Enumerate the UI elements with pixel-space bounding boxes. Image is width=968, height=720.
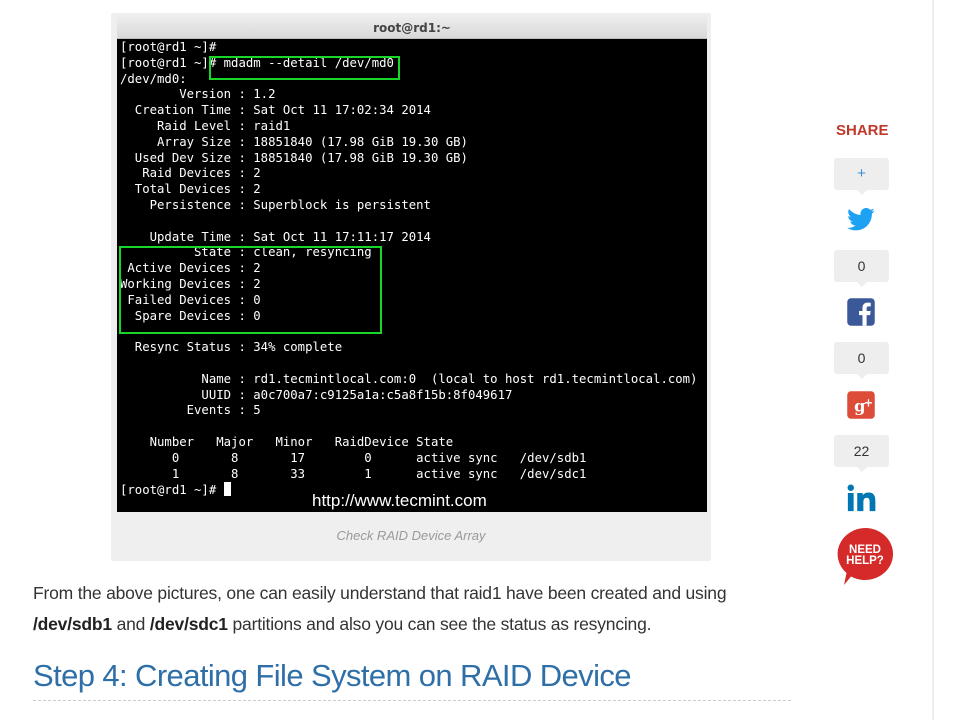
page-divider <box>932 0 934 720</box>
terminal-line: Used Dev Size : 18851840 (17.98 GiB 19.3… <box>120 150 468 165</box>
watermark-url: http://www.tecmint.com <box>312 491 487 510</box>
svg-text:+: + <box>864 396 873 409</box>
terminal-line: /dev/md0: <box>120 71 187 86</box>
terminal-line: [root@rd1 ~]# mdadm --detail /dev/md0 <box>120 55 394 70</box>
paragraph-text: and <box>111 614 150 634</box>
paragraph-text: partitions and also you can see the stat… <box>227 614 652 634</box>
need-help-button[interactable]: NEED HELP? <box>834 526 896 588</box>
heading-divider <box>33 700 791 701</box>
terminal-line: Array Size : 18851840 (17.98 GiB 19.30 G… <box>120 134 468 149</box>
terminal-line: Version : 1.2 <box>120 87 276 102</box>
terminal-line: Events : 5 <box>120 403 261 418</box>
terminal-line: Resync Status : 34% complete <box>120 340 343 355</box>
article-figure: root@rd1:~ [root@rd1 ~]# [root@rd1 ~]# md… <box>111 13 711 561</box>
figure-caption: Check RAID Device Array <box>336 528 486 543</box>
twitter-icon[interactable] <box>846 205 876 235</box>
facebook-share-count: 0 <box>834 342 889 379</box>
terminal-line: Raid Devices : 2 <box>120 166 261 181</box>
inline-code-sdb1: /dev/sdb1 <box>33 614 112 634</box>
terminal-line: Raid Level : raid1 <box>120 118 291 133</box>
twitter-share-count: 0 <box>834 250 889 287</box>
inline-code-sdc1: /dev/sdc1 <box>149 614 228 634</box>
terminal-line: Persistence : Superblock is persistent <box>120 197 431 212</box>
terminal-screenshot: root@rd1:~ [root@rd1 ~]# [root@rd1 ~]# md… <box>117 17 707 512</box>
facebook-icon[interactable] <box>846 297 876 327</box>
terminal-line: Creation Time : Sat Oct 11 17:02:34 2014 <box>120 103 431 118</box>
terminal-line: UUID : a0c700a7:c9125a1a:c5a8f15b:8f0496… <box>120 387 513 402</box>
need-help-text-line2: HELP? <box>846 555 884 567</box>
terminal-line: 0 8 17 0 active sync /dev/sdb1 <box>120 450 587 465</box>
linkedin-icon[interactable] <box>846 483 876 513</box>
terminal-line: Name : rd1.tecmintlocal.com:0 (local to … <box>120 371 698 386</box>
linkedin-share-count: 22 <box>834 435 889 472</box>
article-paragraph: From the above pictures, one can easily … <box>33 578 753 640</box>
section-heading: Step 4: Creating File System on RAID Dev… <box>33 658 632 693</box>
google-plus-icon[interactable]: g + <box>846 390 876 420</box>
terminal-cursor <box>223 482 231 497</box>
terminal-line: Number Major Minor RaidDevice State <box>120 434 454 449</box>
paragraph-text: From the above pictures, one can easily … <box>33 583 727 603</box>
terminal-line: Update Time : Sat Oct 11 17:11:17 2014 <box>120 229 431 244</box>
share-title: SHARE <box>836 122 889 139</box>
terminal-titlebar: root@rd1:~ <box>117 17 707 39</box>
terminal-line: 1 8 33 1 active sync /dev/sdc1 <box>120 466 587 481</box>
terminal-line: Total Devices : 2 <box>120 182 261 197</box>
terminal-line: [root@rd1 ~]# <box>120 40 217 54</box>
command-highlight-box <box>209 56 400 80</box>
share-more-button[interactable]: + <box>834 158 889 195</box>
state-highlight-box <box>119 246 382 334</box>
